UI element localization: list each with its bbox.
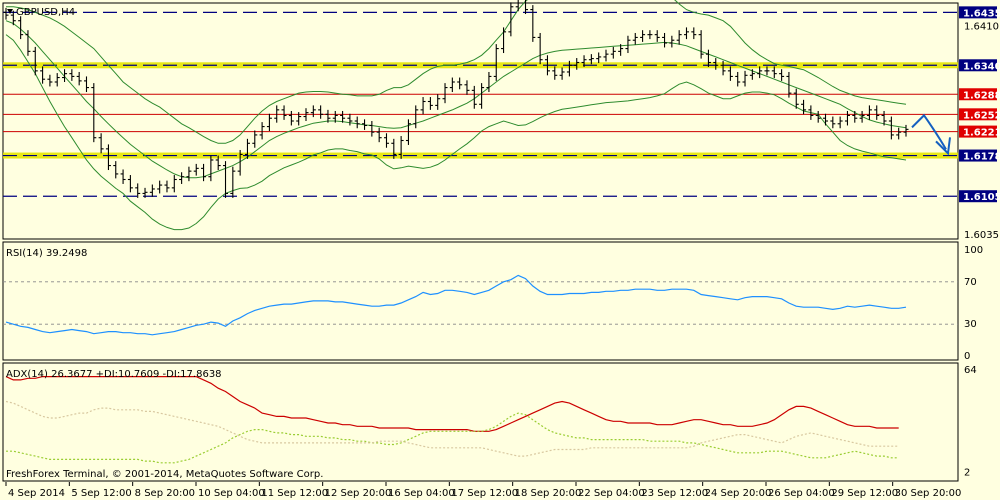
time-axis-label: 16 Sep 04:00 (388, 488, 455, 499)
price-series-layer (3, 0, 958, 231)
time-axis-label: 5 Sep 12:00 (71, 488, 131, 499)
price-level-label: 1.6178 (963, 152, 1000, 163)
time-axis-label: 12 Sep 20:00 (325, 488, 392, 499)
adx-axis-label: 64 (964, 365, 977, 376)
time-axis-label: 11 Sep 12:00 (261, 488, 328, 499)
rsi-axis-label: 70 (964, 277, 977, 288)
price-level-label: 1.6221 (963, 128, 1000, 139)
price-title: GBPUSD,H4 (16, 7, 75, 18)
time-axis-label: 26 Sep 04:00 (768, 488, 835, 499)
rsi-axis-label: 100 (964, 245, 983, 256)
time-axis-label: 24 Sep 20:00 (705, 488, 772, 499)
adx-title: ADX(14) 26.3677 +DI:10.7609 -DI:17.8638 (6, 369, 222, 380)
price-level-label: 1.6105 (963, 192, 1000, 203)
copyright-text: FreshForex Terminal, © 2001-2014, MetaQu… (6, 469, 323, 480)
time-axis-label: 22 Sep 04:00 (578, 488, 645, 499)
rsi-axis-label: 0 (964, 351, 970, 362)
chart-canvas: 1.6410 1.6035 1.6435 1.6340 1.6288 1.6252 1.62… (2, 0, 1000, 499)
time-axis-label: 23 Sep 12:00 (641, 488, 708, 499)
rsi-layer (3, 274, 958, 336)
time-axis-label: 30 Sep 20:00 (895, 488, 962, 499)
price-level-label: 1.6288 (963, 90, 1000, 101)
adx-series-line (6, 412, 899, 464)
rsi-panel[interactable] (2, 241, 959, 361)
adx-series-line (5, 400, 899, 457)
price-level-label: 1.6435 (963, 8, 1000, 19)
bollinger-upper-line (6, 0, 907, 144)
time-axis-label: 10 Sep 04:00 (198, 488, 265, 499)
triangle-down-icon[interactable] (7, 9, 13, 14)
rsi-line (5, 274, 907, 336)
price-axis-label: 1.6035 (964, 230, 999, 241)
price-level-label: 1.6252 (963, 110, 1000, 121)
price-panel[interactable] (2, 2, 959, 240)
price-axis-label: 1.6410 (964, 21, 999, 32)
time-axis-label: 17 Sep 12:00 (451, 488, 518, 499)
rsi-title: RSI(14) 39.2498 (6, 248, 87, 259)
adx-layer (5, 376, 899, 464)
time-axis-label: 8 Sep 20:00 (135, 488, 195, 499)
rsi-axis-label: 30 (964, 319, 977, 330)
adx-axis-label: 2 (964, 468, 970, 479)
time-axis-label: 29 Sep 12:00 (831, 488, 898, 499)
time-axis-label: 4 Sep 2014 (8, 488, 65, 499)
adx-panel[interactable] (2, 362, 959, 482)
curved-arrow-down-icon (911, 113, 947, 150)
time-axis-label: 18 Sep 20:00 (515, 488, 582, 499)
price-level-label: 1.6340 (963, 61, 1000, 72)
adx-series-line (5, 376, 899, 432)
